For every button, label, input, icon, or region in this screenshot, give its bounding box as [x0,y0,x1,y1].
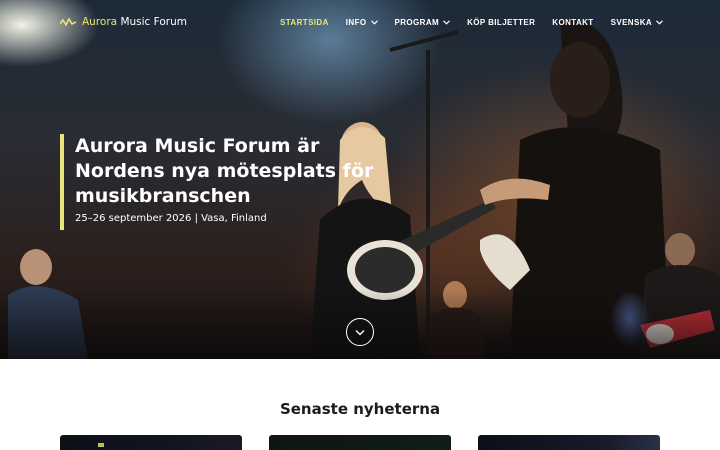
news-card[interactable] [478,435,660,450]
nav-item-startsida[interactable]: STARTSIDA [280,18,329,27]
nav-item-label: INFO [345,18,367,27]
waveform-icon [60,17,76,27]
chevron-down-icon [370,20,378,25]
nav-item-kop-biljetter[interactable]: KÖP BILJETTER [467,18,535,27]
news-card[interactable] [269,435,451,450]
site-logo[interactable]: Aurora Music Forum [60,16,187,28]
top-navigation: Aurora Music Forum STARTSIDA INFO PROGRA… [0,0,720,46]
nav-item-label: KÖP BILJETTER [467,18,536,27]
hero-subtitle: 25–26 september 2026 | Vasa, Finland [75,213,267,224]
nav-item-label: STARTSIDA [280,18,329,27]
logo-text-rest: Music Forum [117,16,187,28]
logo-text-accent: Aurora [82,16,118,28]
hero-section: Aurora Music Forum STARTSIDA INFO PROGRA… [0,0,720,359]
nav-item-label: KONTAKT [552,18,594,27]
news-card[interactable] [60,435,242,450]
nav-item-label: SVENSKA [610,18,653,27]
nav-item-program[interactable]: PROGRAM [395,18,451,27]
chevron-down-icon [656,20,664,25]
chevron-down-icon [355,329,365,335]
card-image-detail [98,443,104,447]
nav-item-language[interactable]: SVENSKA [610,18,664,27]
scroll-down-button[interactable] [346,318,374,346]
nav-item-kontakt[interactable]: KONTAKT [552,18,593,27]
chevron-down-icon [443,20,451,25]
logo-text: Aurora Music Forum [82,16,187,28]
hero-title: Aurora Music Forum är Nordens nya mötesp… [75,135,374,207]
main-menu: STARTSIDA INFO PROGRAM KÖP BILJETTER KON… [280,18,664,27]
nav-item-info[interactable]: INFO [346,18,378,27]
hero-text-block: Aurora Music Forum är Nordens nya mötesp… [60,134,405,230]
nav-item-label: PROGRAM [394,18,440,27]
news-heading: Senaste nyheterna [279,400,441,418]
